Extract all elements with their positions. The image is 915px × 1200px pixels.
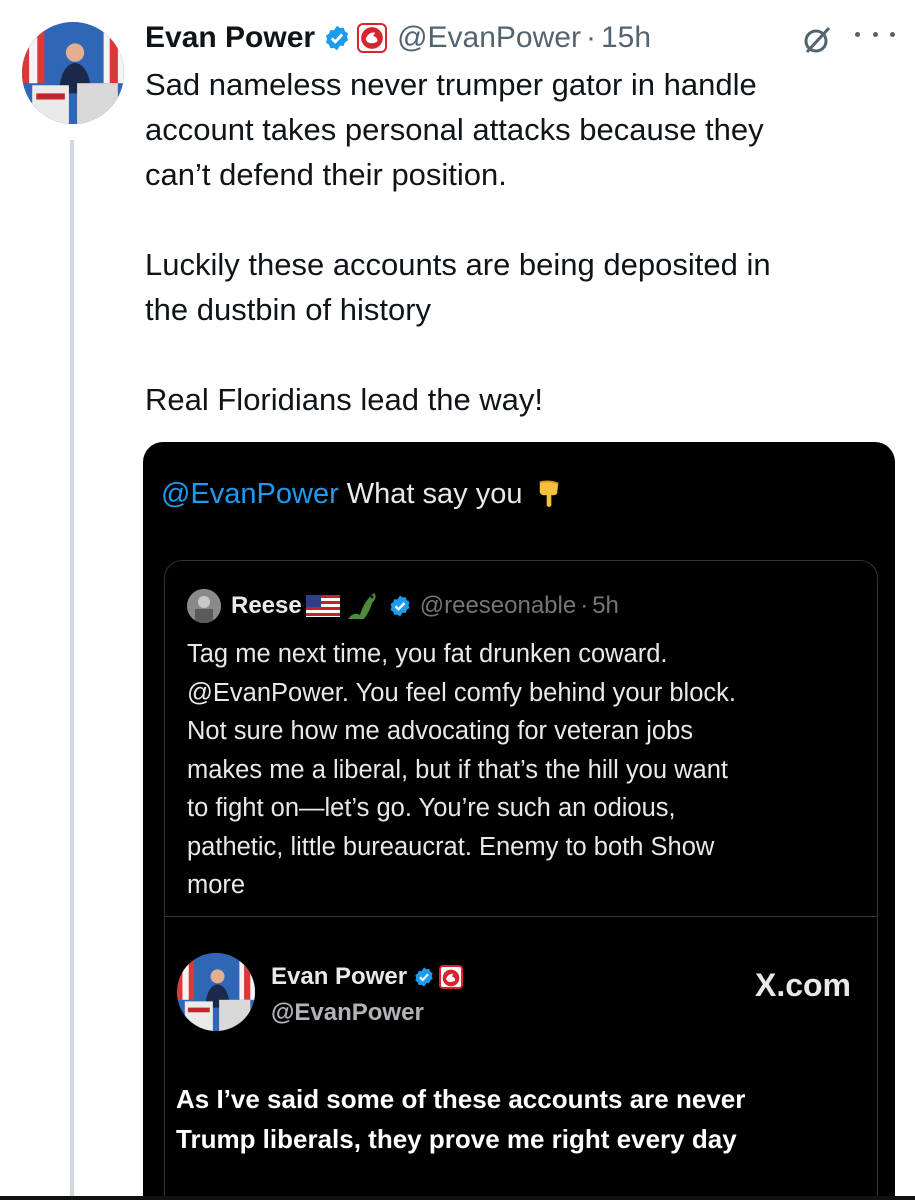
media-caption: @EvanPower What say you [161,478,563,511]
verified-badge-icon [325,25,349,51]
verified-badge-icon [390,595,410,617]
more-icon[interactable] [855,32,895,44]
quoted-author-name[interactable]: Reese [231,592,302,620]
verified-badge-icon [415,967,433,987]
tweet-time[interactable]: 15h [601,21,651,55]
media-caption-text: What say you [338,478,523,510]
quoted-tweet-header: Reese @reeseonable · 5h [187,589,619,623]
inner-author-avatar[interactable] [177,953,255,1031]
affiliation-badge-icon [439,965,464,989]
separator-dot: · [580,592,589,619]
avatar-photo-icon [22,22,124,124]
inner-author-name[interactable]: Evan Power [271,963,407,991]
bottom-edge [0,1196,915,1200]
embedded-screenshot[interactable]: @EvanPower What say you Reese @reeseonab… [143,442,895,1200]
quoted-tweet-text: Tag me next time, you fat drunken coward… [187,635,847,905]
inner-author-handle[interactable]: @EvanPower [271,999,424,1027]
pointing-down-icon [539,480,559,507]
inner-post-text: As I’ve said some of these accounts are … [176,1084,746,1154]
site-label: X.com [754,967,851,1003]
mention-link[interactable]: @EvanPower [161,478,339,511]
grok-icon[interactable] [801,24,833,56]
quoted-tweet[interactable]: Reese @reeseonable · 5h Tag me next time… [164,560,878,1200]
tweet-paragraph: Luckily these accounts are being deposit… [145,247,771,327]
author-avatar[interactable] [22,22,124,124]
quoted-time[interactable]: 5h [592,592,619,620]
inner-author-row: Evan Power [271,963,464,991]
tweet-text: Sad nameless never trumper gator in hand… [145,62,885,422]
tweet-paragraph: Sad nameless never trumper gator in hand… [145,67,764,192]
alligator-icon [347,593,376,619]
tweet-header: Evan Power @EvanPower · 15h [145,18,895,58]
separator-dot: · [585,21,596,54]
author-name[interactable]: Evan Power [145,21,315,55]
embedded-post-card[interactable]: Evan Power @EvanPower X.com As I’ve said… [165,917,877,1200]
quoted-avatar[interactable] [187,589,221,623]
thread-line [70,140,74,1200]
quoted-body-text: Tag me next time, you fat drunken coward… [187,640,736,861]
affiliation-badge-icon[interactable] [357,23,388,53]
quoted-handle[interactable]: @reeseonable [420,592,576,620]
us-flag-icon [305,595,340,617]
author-handle[interactable]: @EvanPower [397,21,581,55]
tweet-paragraph: Real Floridians lead the way! [145,382,544,417]
